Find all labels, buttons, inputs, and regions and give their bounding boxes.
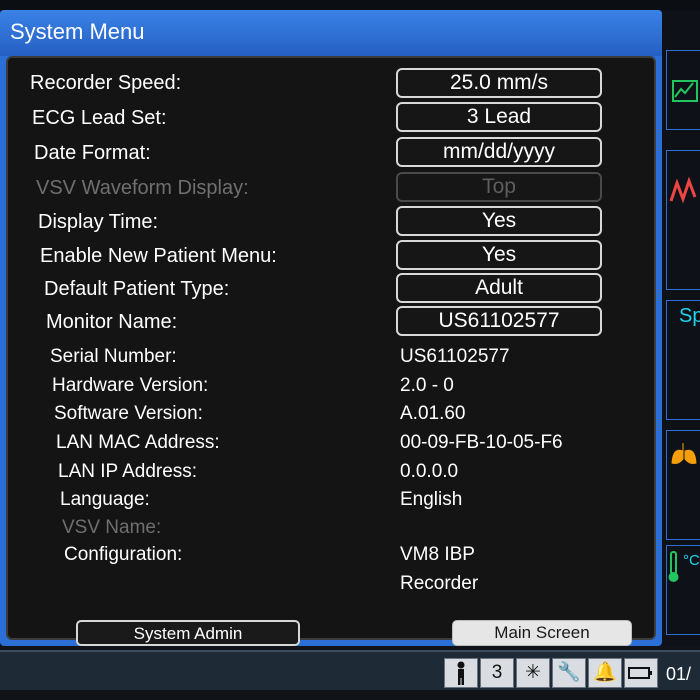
lan-ip-address-value: 0.0.0.0 — [400, 461, 459, 482]
lead-number: 3 — [491, 662, 503, 683]
status-icon-row: 3 ✳ 🔧 🔔 01/ — [0, 650, 700, 690]
language-label: Language: — [60, 489, 150, 510]
default-patient-type-field[interactable]: Adult — [396, 273, 602, 303]
date-fragment: 01/ — [666, 664, 692, 684]
ecg-lead-set-label: ECG Lead Set: — [32, 107, 167, 129]
ecg-parameter-box — [666, 50, 700, 130]
enable-new-patient-menu-field[interactable]: Yes — [396, 240, 602, 270]
display-time-field[interactable]: Yes — [396, 206, 602, 236]
brightness-icon[interactable]: ✳ — [516, 658, 550, 688]
red-waveform-icon — [669, 176, 697, 204]
monitor-name-field[interactable]: US61102577 — [396, 306, 602, 336]
spo2-parameter-box: Sp — [666, 300, 700, 420]
lan-mac-address-value: 00-09-FB-10-05-F6 — [400, 432, 563, 453]
main-screen-button[interactable]: Main Screen — [452, 620, 632, 646]
right-parameter-strip: Sp °C — [662, 10, 700, 646]
recorder-speed-field[interactable]: 25.0 mm/s — [396, 68, 602, 98]
ecg-lead-set-field[interactable]: 3 Lead — [396, 102, 602, 132]
window-title: System Menu — [10, 19, 145, 44]
thermometer-icon — [668, 551, 679, 582]
hardware-version-value: 2.0 - 0 — [400, 375, 454, 396]
date-format-label: Date Format: — [34, 142, 151, 164]
person-icon[interactable] — [444, 658, 478, 688]
configuration-value: VM8 IBP — [400, 544, 475, 565]
hardware-version-label: Hardware Version: — [52, 375, 209, 396]
configuration-label: Configuration: — [64, 544, 183, 565]
enable-new-patient-menu-label: Enable New Patient Menu: — [40, 245, 277, 267]
display-time-label: Display Time: — [38, 211, 159, 233]
temperature-parameter-box: °C — [666, 545, 700, 635]
lan-mac-address-label: LAN MAC Address: — [56, 432, 220, 453]
spo2-label: Sp — [679, 305, 700, 327]
language-value: English — [400, 489, 463, 510]
default-patient-type-label: Default Patient Type: — [44, 278, 230, 300]
wrench-icon[interactable]: 🔧 — [552, 658, 586, 688]
vsv-name-label: VSV Name: — [62, 517, 162, 538]
system-menu-window: System Menu Recorder Speed: 25.0 mm/s EC… — [0, 10, 662, 646]
recorder-speed-label: Recorder Speed: — [30, 72, 182, 94]
vsv-waveform-display-label: VSV Waveform Display: — [36, 177, 249, 199]
configuration-value-extra: Recorder — [400, 573, 479, 594]
waveform-parameter-box — [666, 150, 700, 290]
software-version-label: Software Version: — [54, 403, 203, 424]
system-admin-button[interactable]: System Admin — [76, 620, 300, 646]
lan-ip-address-label: LAN IP Address: — [58, 461, 198, 482]
monitor-name-label: Monitor Name: — [46, 311, 178, 333]
status-bar: 3 ✳ 🔧 🔔 01/ — [0, 646, 700, 700]
lungs-icon — [671, 443, 697, 464]
lead-3-icon[interactable]: 3 — [480, 658, 514, 688]
person-glyph — [457, 661, 465, 685]
menu-panel: Recorder Speed: 25.0 mm/s ECG Lead Set: … — [6, 56, 656, 646]
lungs-parameter-box — [666, 430, 700, 540]
waveform-icon — [672, 80, 698, 102]
date-format-field[interactable]: mm/dd/yyyy — [396, 137, 602, 167]
battery-glyph — [628, 667, 652, 679]
vsv-waveform-display-field: Top — [396, 172, 602, 202]
temperature-unit: °C — [683, 552, 700, 569]
software-version-value: A.01.60 — [400, 403, 466, 424]
title-bar: System Menu — [0, 10, 662, 56]
alarm-bell-icon[interactable]: 🔔 — [588, 658, 622, 688]
serial-number-label: Serial Number: — [50, 346, 177, 367]
serial-number-value: US61102577 — [400, 346, 510, 367]
battery-icon[interactable] — [624, 658, 658, 688]
